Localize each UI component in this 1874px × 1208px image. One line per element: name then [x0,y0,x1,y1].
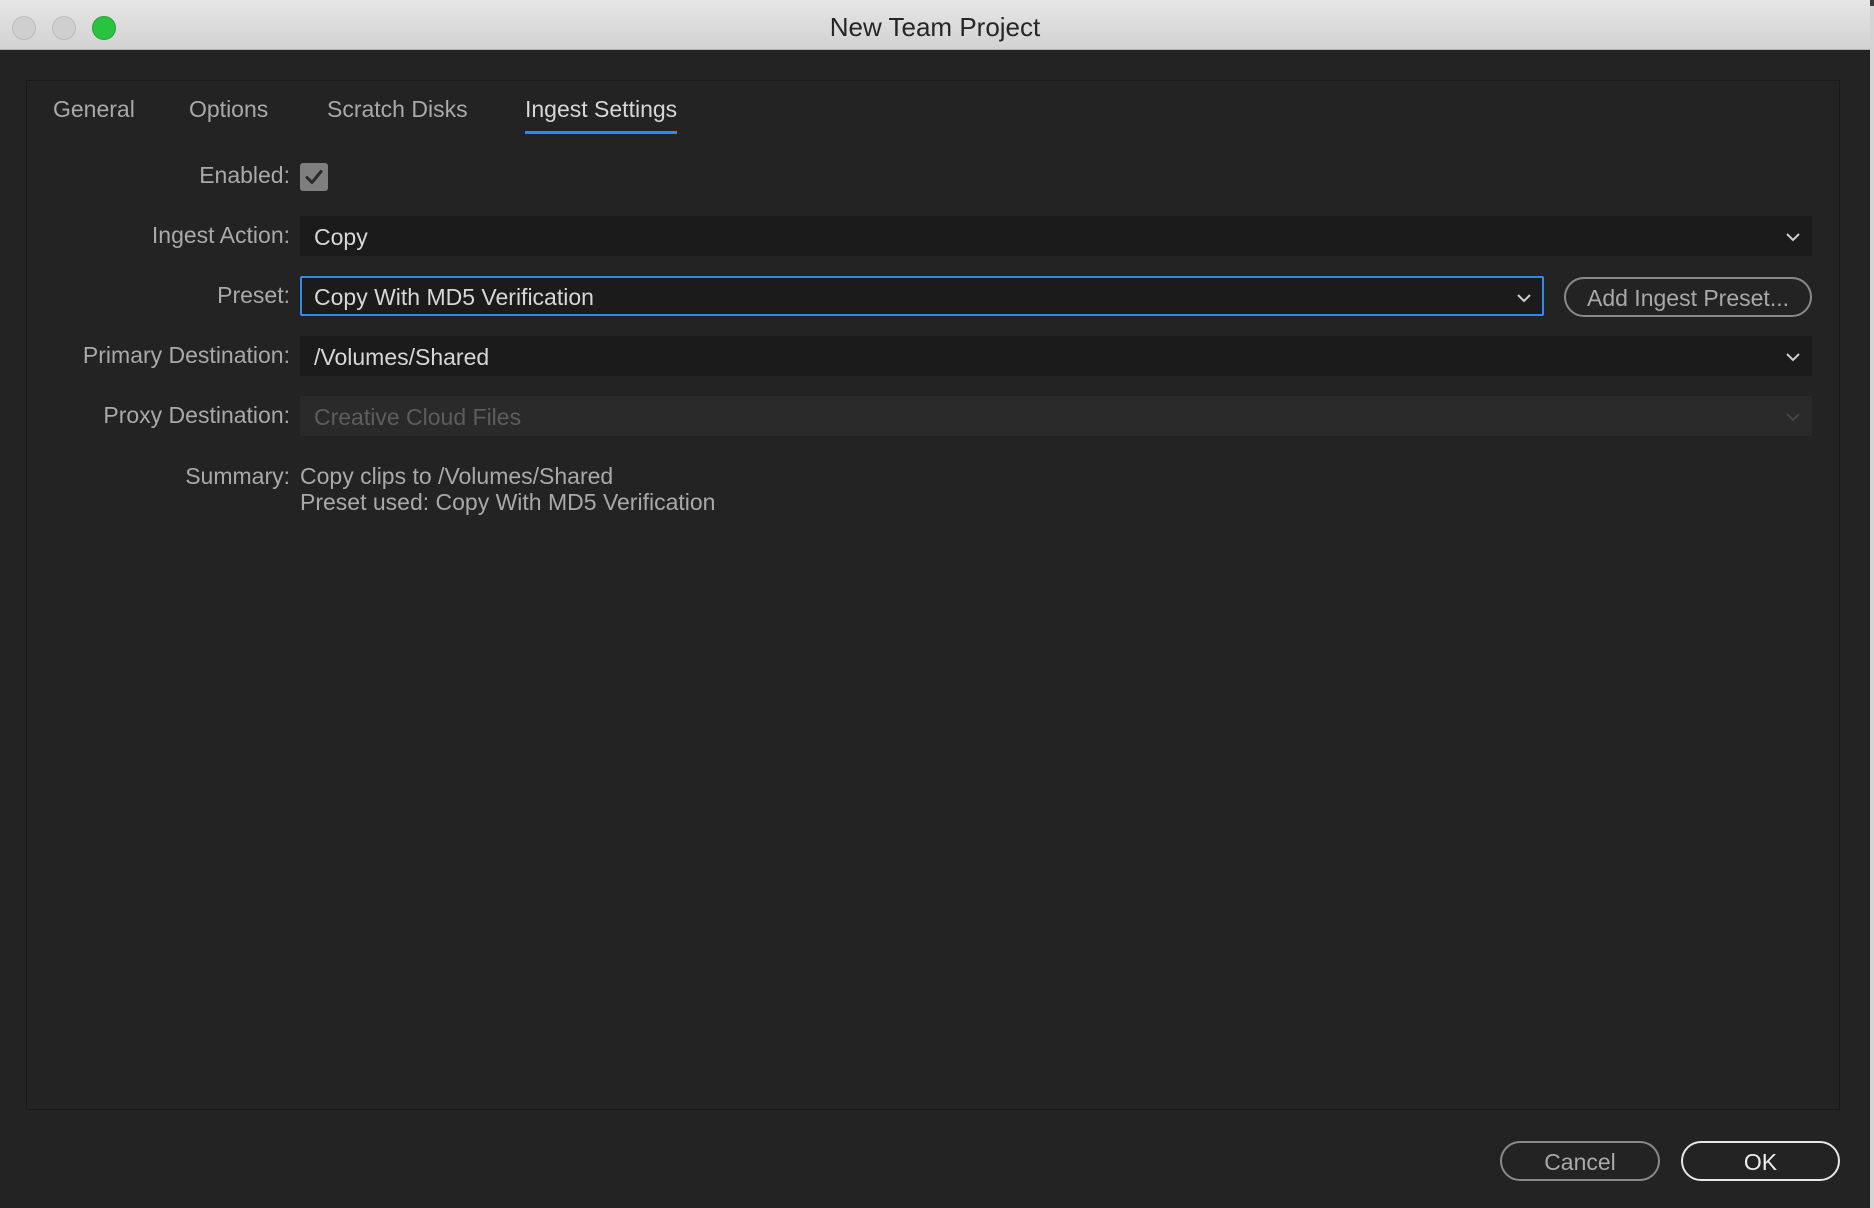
proxy-destination-select: Creative Cloud Files [300,396,1812,436]
add-ingest-preset-button[interactable]: Add Ingest Preset... [1564,277,1812,317]
dialog-window: New Team Project General Options Scratch… [0,0,1870,1208]
enabled-checkbox[interactable] [300,163,328,191]
primary-destination-select[interactable]: /Volumes/Shared [300,336,1812,376]
ingest-action-value: Copy [314,224,368,250]
chevron-down-icon [1786,233,1800,242]
enabled-label: Enabled: [199,162,290,188]
primary-destination-value: /Volumes/Shared [314,344,490,370]
preset-value: Copy With MD5 Verification [314,284,594,310]
tab-options[interactable]: Options [189,96,268,131]
summary-line-1: Copy clips to /Volumes/Shared [300,463,614,489]
tab-ingest-settings[interactable]: Ingest Settings [525,96,678,134]
chevron-down-icon [1517,294,1531,303]
tab-general[interactable]: General [53,96,135,131]
preset-label: Preset: [217,282,290,308]
ingest-action-label: Ingest Action: [151,222,290,248]
ingest-action-select[interactable]: Copy [300,216,1812,256]
tab-scratch-disks[interactable]: Scratch Disks [327,96,468,131]
chevron-down-icon [1786,353,1800,362]
checkmark-icon [305,170,323,184]
chevron-down-icon [1786,413,1800,422]
primary-destination-label: Primary Destination: [82,342,290,368]
preset-select[interactable]: Copy With MD5 Verification [300,276,1544,316]
proxy-destination-label: Proxy Destination: [103,402,290,428]
cancel-button[interactable]: Cancel [1500,1141,1660,1181]
title-bar: New Team Project [0,0,1870,50]
window-title: New Team Project [829,12,1041,42]
summary-line-2: Preset used: Copy With MD5 Verification [300,489,716,515]
proxy-destination-value: Creative Cloud Files [314,404,522,430]
summary-label: Summary: [185,463,290,489]
ok-button[interactable]: OK [1681,1141,1840,1181]
